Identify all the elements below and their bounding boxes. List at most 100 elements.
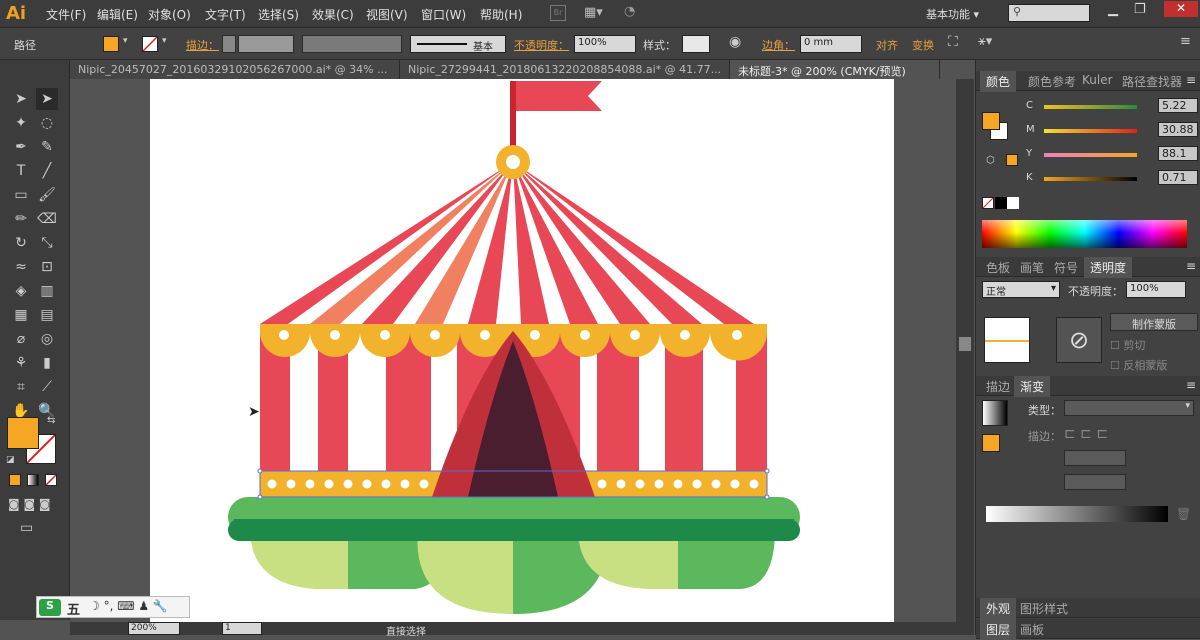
- none-mode-icon[interactable]: [45, 474, 57, 486]
- menu-edit[interactable]: 编辑(E): [97, 6, 138, 23]
- panel-fill-swatch[interactable]: [982, 112, 1000, 130]
- symbol-sprayer-icon[interactable]: ⚘: [10, 352, 32, 374]
- gradient-type-dropdown[interactable]: ▾: [1064, 400, 1194, 416]
- free-transform-icon[interactable]: ⊡: [36, 256, 58, 278]
- restore-icon[interactable]: ❐: [1134, 2, 1146, 17]
- eyedropper-icon[interactable]: ⌀: [10, 328, 32, 350]
- stroke-swatch[interactable]: [142, 36, 158, 52]
- object-thumbnail[interactable]: [984, 317, 1030, 363]
- pencil-icon[interactable]: ✏: [10, 208, 32, 230]
- gradient-aspect-input[interactable]: [1064, 474, 1126, 490]
- blend-mode-dropdown[interactable]: 正常 ▾: [982, 281, 1060, 298]
- transparency-opacity-input[interactable]: 100%: [1126, 281, 1186, 298]
- scroll-thumb[interactable]: [959, 337, 971, 351]
- tab-document-2[interactable]: Nipic_27299441_20180613220208854088.ai* …: [400, 60, 730, 79]
- gradient-stroke-options-icons[interactable]: ⊏ ⊏ ⊏: [1064, 426, 1108, 442]
- menu-help[interactable]: 帮助(H): [480, 6, 522, 23]
- opacity-input[interactable]: 100%: [574, 35, 636, 53]
- paintbrush-icon[interactable]: 🖌: [36, 184, 58, 206]
- artboard-tool-icon[interactable]: ⌗: [10, 376, 32, 398]
- direct-selection-tool-icon[interactable]: ➤: [36, 88, 58, 110]
- corner-input[interactable]: 0 mm: [800, 35, 862, 53]
- close-icon[interactable]: ✕: [1164, 1, 1198, 17]
- menu-select[interactable]: 选择(S): [258, 6, 299, 23]
- ime-icons[interactable]: ☽ °, ⌨ ♟ 🔧: [89, 599, 168, 613]
- menu-object[interactable]: 对象(O): [148, 6, 191, 23]
- stroke-label[interactable]: 描边：: [186, 37, 219, 53]
- gradient-preview[interactable]: [982, 400, 1008, 426]
- tab-graphic-styles[interactable]: 图形样式: [1014, 598, 1074, 619]
- tab-kuler[interactable]: Kuler: [1076, 71, 1119, 89]
- gradient-mode-icon[interactable]: [27, 474, 39, 486]
- gradient-tool-icon[interactable]: ▤: [36, 304, 58, 326]
- channel-c-input[interactable]: 5.22: [1158, 98, 1198, 113]
- canvas-area[interactable]: ➤: [70, 79, 956, 622]
- color-spectrum[interactable]: [982, 220, 1187, 248]
- minimize-icon[interactable]: ▁: [1108, 2, 1118, 17]
- slider-y[interactable]: [1044, 153, 1137, 157]
- scale-tool-icon[interactable]: ⤡: [36, 232, 58, 254]
- rotate-tool-icon[interactable]: ↻: [10, 232, 32, 254]
- channel-m-input[interactable]: 30.88: [1158, 122, 1198, 137]
- vertical-scrollbar[interactable]: [956, 79, 974, 622]
- stroke-dropdown-icon[interactable]: ▾: [162, 36, 167, 46]
- default-colors-icon[interactable]: ◪: [6, 455, 15, 465]
- gradient-menu-icon[interactable]: ≡: [1186, 378, 1196, 392]
- line-tool-icon[interactable]: ╱: [36, 160, 58, 182]
- recolor-icon[interactable]: ◉: [729, 34, 741, 50]
- gradient-slider[interactable]: [986, 506, 1168, 522]
- color-panel-menu-icon[interactable]: ≡: [1186, 73, 1196, 87]
- fill-swatch[interactable]: [103, 36, 119, 52]
- shape-builder-icon[interactable]: ◈: [10, 280, 32, 302]
- tab-color-guide[interactable]: 颜色参考: [1022, 71, 1082, 92]
- tab-artboards[interactable]: 画板: [1014, 619, 1050, 640]
- black-swatch[interactable]: [995, 197, 1007, 209]
- curvature-tool-icon[interactable]: ✎: [36, 136, 58, 158]
- mask-thumbnail-icon[interactable]: ⊘: [1056, 317, 1102, 363]
- stroke-stepper[interactable]: [222, 35, 236, 53]
- tab-swatches[interactable]: 色板: [980, 257, 1016, 278]
- menu-file[interactable]: 文件(F): [46, 6, 86, 23]
- magic-wand-icon[interactable]: ✦: [10, 112, 32, 134]
- control-menu-icon[interactable]: ≡: [1180, 34, 1191, 49]
- tab-symbols[interactable]: 符号: [1048, 257, 1084, 278]
- gradient-fill-swatch[interactable]: [982, 434, 1000, 452]
- channel-k-input[interactable]: 0.71: [1158, 170, 1198, 185]
- align-link[interactable]: 对齐: [876, 37, 898, 53]
- swap-colors-icon[interactable]: ⇆: [47, 415, 55, 426]
- ime-toolbar[interactable]: S 五 ☽ °, ⌨ ♟ 🔧: [36, 596, 190, 618]
- tab-document-3[interactable]: 未标题-3* @ 200% (CMYK/预览): [730, 60, 940, 79]
- tab-appearance[interactable]: 外观: [980, 598, 1017, 619]
- arrange-docs-icon[interactable]: ▦▾: [584, 5, 610, 21]
- channel-y-input[interactable]: 88.1: [1158, 146, 1198, 161]
- blend-tool-icon[interactable]: ◎: [36, 328, 58, 350]
- search-input[interactable]: ⚲: [1008, 4, 1090, 22]
- zoom-dropdown[interactable]: 200%: [128, 622, 180, 635]
- screen-mode-icon[interactable]: ▭: [20, 520, 33, 536]
- brush-style-dropdown[interactable]: 基本: [410, 35, 506, 53]
- fill-dropdown-icon[interactable]: ▾: [123, 36, 128, 46]
- corner-label[interactable]: 边角：: [762, 37, 795, 53]
- slider-m[interactable]: [1044, 129, 1137, 133]
- stroke-weight-input[interactable]: [238, 35, 294, 53]
- tab-stroke[interactable]: 描边: [980, 376, 1016, 397]
- tab-brushes[interactable]: 画笔: [1014, 257, 1050, 278]
- column-graph-icon[interactable]: ▮: [36, 352, 58, 374]
- menu-effect[interactable]: 效果(C): [312, 6, 354, 23]
- delete-stop-icon[interactable]: 🗑: [1176, 507, 1191, 521]
- workspace-switcher[interactable]: 基本功能 ▾: [926, 6, 979, 22]
- perspective-grid-icon[interactable]: ▥: [36, 280, 58, 302]
- tab-color[interactable]: 颜色: [980, 71, 1017, 92]
- tab-gradient[interactable]: 渐变: [1014, 376, 1051, 397]
- fill-color-box[interactable]: [7, 417, 39, 449]
- slider-c[interactable]: [1044, 105, 1137, 109]
- tab-pathfinder[interactable]: 路径查找器: [1116, 71, 1188, 92]
- transform-link[interactable]: 变换: [912, 37, 934, 53]
- gpu-icon[interactable]: ◔: [624, 4, 644, 22]
- slider-k[interactable]: [1044, 177, 1137, 181]
- artboard[interactable]: [150, 79, 894, 622]
- gradient-angle-input[interactable]: [1064, 450, 1126, 466]
- tab-layers[interactable]: 图层: [980, 619, 1017, 640]
- selection-tool-icon[interactable]: ➤: [10, 88, 32, 110]
- warp-tool-icon[interactable]: ≈: [10, 256, 32, 278]
